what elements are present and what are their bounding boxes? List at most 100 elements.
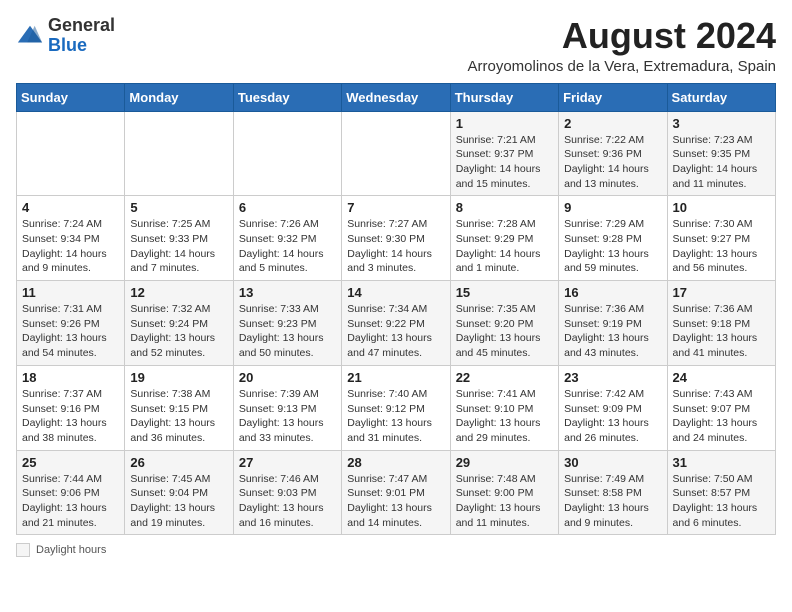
day-cell: 29 Sunrise: 7:48 AMSunset: 9:00 PMDayligh…: [450, 450, 558, 535]
day-number: 24: [673, 370, 770, 385]
day-number: 23: [564, 370, 661, 385]
day-info: Sunrise: 7:46 AMSunset: 9:03 PMDaylight:…: [239, 472, 336, 531]
logo-blue: Blue: [48, 35, 87, 55]
day-cell: 2 Sunrise: 7:22 AMSunset: 9:36 PMDaylight…: [559, 111, 667, 196]
day-cell: 26 Sunrise: 7:45 AMSunset: 9:04 PMDayligh…: [125, 450, 233, 535]
day-cell: 22Sunrise: 7:41 AMSunset: 9:10 PMDayligh…: [450, 365, 558, 450]
week-row-2: 4 Sunrise: 7:24 AMSunset: 9:34 PMDaylight…: [17, 196, 776, 281]
calendar-title: August 2024: [468, 16, 777, 56]
day-info: Sunrise: 7:48 AMSunset: 9:00 PMDaylight:…: [456, 472, 553, 531]
week-row-3: 11Sunrise: 7:31 AMSunset: 9:26 PMDayligh…: [17, 281, 776, 366]
header-cell-tuesday: Tuesday: [233, 83, 341, 111]
day-cell: 20Sunrise: 7:39 AMSunset: 9:13 PMDayligh…: [233, 365, 341, 450]
day-number: 28: [347, 455, 444, 470]
day-cell: 3 Sunrise: 7:23 AMSunset: 9:35 PMDaylight…: [667, 111, 775, 196]
week-row-5: 25 Sunrise: 7:44 AMSunset: 9:06 PMDayligh…: [17, 450, 776, 535]
day-cell: 12 Sunrise: 7:32 AMSunset: 9:24 PMDayligh…: [125, 281, 233, 366]
day-info: Sunrise: 7:24 AMSunset: 9:34 PMDaylight:…: [22, 217, 119, 276]
day-cell: 14Sunrise: 7:34 AMSunset: 9:22 PMDayligh…: [342, 281, 450, 366]
day-info: Sunrise: 7:32 AMSunset: 9:24 PMDaylight:…: [130, 302, 227, 361]
day-cell: 15Sunrise: 7:35 AMSunset: 9:20 PMDayligh…: [450, 281, 558, 366]
header-cell-thursday: Thursday: [450, 83, 558, 111]
header-cell-wednesday: Wednesday: [342, 83, 450, 111]
day-cell: 17Sunrise: 7:36 AMSunset: 9:18 PMDayligh…: [667, 281, 775, 366]
day-number: 12: [130, 285, 227, 300]
day-cell: 5Sunrise: 7:25 AMSunset: 9:33 PMDaylight…: [125, 196, 233, 281]
day-cell: 19Sunrise: 7:38 AMSunset: 9:15 PMDayligh…: [125, 365, 233, 450]
day-cell: 25 Sunrise: 7:44 AMSunset: 9:06 PMDayligh…: [17, 450, 125, 535]
day-number: 1: [456, 116, 553, 131]
day-cell: [125, 111, 233, 196]
day-cell: 21 Sunrise: 7:40 AMSunset: 9:12 PMDayligh…: [342, 365, 450, 450]
day-cell: 16Sunrise: 7:36 AMSunset: 9:19 PMDayligh…: [559, 281, 667, 366]
day-info: Sunrise: 7:21 AMSunset: 9:37 PMDaylight:…: [456, 133, 553, 192]
day-number: 26: [130, 455, 227, 470]
day-number: 27: [239, 455, 336, 470]
day-number: 10: [673, 200, 770, 215]
page-header: General Blue August 2024 Arroyomolinos d…: [16, 16, 776, 75]
header-cell-monday: Monday: [125, 83, 233, 111]
day-info: Sunrise: 7:31 AMSunset: 9:26 PMDaylight:…: [22, 302, 119, 361]
day-info: Sunrise: 7:28 AMSunset: 9:29 PMDaylight:…: [456, 217, 553, 276]
day-cell: 23 Sunrise: 7:42 AMSunset: 9:09 PMDayligh…: [559, 365, 667, 450]
header-row: SundayMondayTuesdayWednesdayThursdayFrid…: [17, 83, 776, 111]
day-number: 7: [347, 200, 444, 215]
footer-note: Daylight hours: [16, 543, 776, 557]
calendar-header: SundayMondayTuesdayWednesdayThursdayFrid…: [17, 83, 776, 111]
day-number: 16: [564, 285, 661, 300]
calendar-table: SundayMondayTuesdayWednesdayThursdayFrid…: [16, 83, 776, 536]
day-number: 21: [347, 370, 444, 385]
calendar-body: 1 Sunrise: 7:21 AMSunset: 9:37 PMDaylight…: [17, 111, 776, 535]
day-number: 14: [347, 285, 444, 300]
day-info: Sunrise: 7:26 AMSunset: 9:32 PMDaylight:…: [239, 217, 336, 276]
day-info: Sunrise: 7:49 AMSunset: 8:58 PMDaylight:…: [564, 472, 661, 531]
day-info: Sunrise: 7:23 AMSunset: 9:35 PMDaylight:…: [673, 133, 770, 192]
logo-general: General: [48, 15, 115, 35]
day-cell: 30Sunrise: 7:49 AMSunset: 8:58 PMDayligh…: [559, 450, 667, 535]
day-info: Sunrise: 7:29 AMSunset: 9:28 PMDaylight:…: [564, 217, 661, 276]
day-number: 31: [673, 455, 770, 470]
header-cell-friday: Friday: [559, 83, 667, 111]
day-number: 4: [22, 200, 119, 215]
day-cell: 9Sunrise: 7:29 AMSunset: 9:28 PMDaylight…: [559, 196, 667, 281]
day-info: Sunrise: 7:39 AMSunset: 9:13 PMDaylight:…: [239, 387, 336, 446]
day-cell: 7 Sunrise: 7:27 AMSunset: 9:30 PMDaylight…: [342, 196, 450, 281]
day-number: 13: [239, 285, 336, 300]
day-info: Sunrise: 7:30 AMSunset: 9:27 PMDaylight:…: [673, 217, 770, 276]
day-cell: 10 Sunrise: 7:30 AMSunset: 9:27 PMDayligh…: [667, 196, 775, 281]
day-info: Sunrise: 7:45 AMSunset: 9:04 PMDaylight:…: [130, 472, 227, 531]
day-number: 22: [456, 370, 553, 385]
day-number: 2: [564, 116, 661, 131]
logo-icon: [16, 22, 44, 50]
day-cell: 31 Sunrise: 7:50 AMSunset: 8:57 PMDayligh…: [667, 450, 775, 535]
day-cell: 11Sunrise: 7:31 AMSunset: 9:26 PMDayligh…: [17, 281, 125, 366]
day-info: Sunrise: 7:50 AMSunset: 8:57 PMDaylight:…: [673, 472, 770, 531]
day-cell: [342, 111, 450, 196]
day-info: Sunrise: 7:27 AMSunset: 9:30 PMDaylight:…: [347, 217, 444, 276]
day-number: 19: [130, 370, 227, 385]
day-number: 25: [22, 455, 119, 470]
day-info: Sunrise: 7:44 AMSunset: 9:06 PMDaylight:…: [22, 472, 119, 531]
day-number: 3: [673, 116, 770, 131]
logo: General Blue: [16, 16, 115, 56]
day-info: Sunrise: 7:40 AMSunset: 9:12 PMDaylight:…: [347, 387, 444, 446]
footer-label: Daylight hours: [36, 544, 106, 556]
daylight-indicator: [16, 543, 30, 557]
day-number: 15: [456, 285, 553, 300]
day-cell: 18 Sunrise: 7:37 AMSunset: 9:16 PMDayligh…: [17, 365, 125, 450]
day-info: Sunrise: 7:47 AMSunset: 9:01 PMDaylight:…: [347, 472, 444, 531]
day-number: 18: [22, 370, 119, 385]
day-info: Sunrise: 7:43 AMSunset: 9:07 PMDaylight:…: [673, 387, 770, 446]
day-info: Sunrise: 7:33 AMSunset: 9:23 PMDaylight:…: [239, 302, 336, 361]
day-info: Sunrise: 7:36 AMSunset: 9:18 PMDaylight:…: [673, 302, 770, 361]
calendar-subtitle: Arroyomolinos de la Vera, Extremadura, S…: [468, 58, 777, 75]
day-cell: 4 Sunrise: 7:24 AMSunset: 9:34 PMDaylight…: [17, 196, 125, 281]
day-cell: 8Sunrise: 7:28 AMSunset: 9:29 PMDaylight…: [450, 196, 558, 281]
day-number: 29: [456, 455, 553, 470]
day-info: Sunrise: 7:42 AMSunset: 9:09 PMDaylight:…: [564, 387, 661, 446]
day-cell: 1 Sunrise: 7:21 AMSunset: 9:37 PMDaylight…: [450, 111, 558, 196]
week-row-1: 1 Sunrise: 7:21 AMSunset: 9:37 PMDaylight…: [17, 111, 776, 196]
day-cell: 24 Sunrise: 7:43 AMSunset: 9:07 PMDayligh…: [667, 365, 775, 450]
day-info: Sunrise: 7:37 AMSunset: 9:16 PMDaylight:…: [22, 387, 119, 446]
day-info: Sunrise: 7:22 AMSunset: 9:36 PMDaylight:…: [564, 133, 661, 192]
